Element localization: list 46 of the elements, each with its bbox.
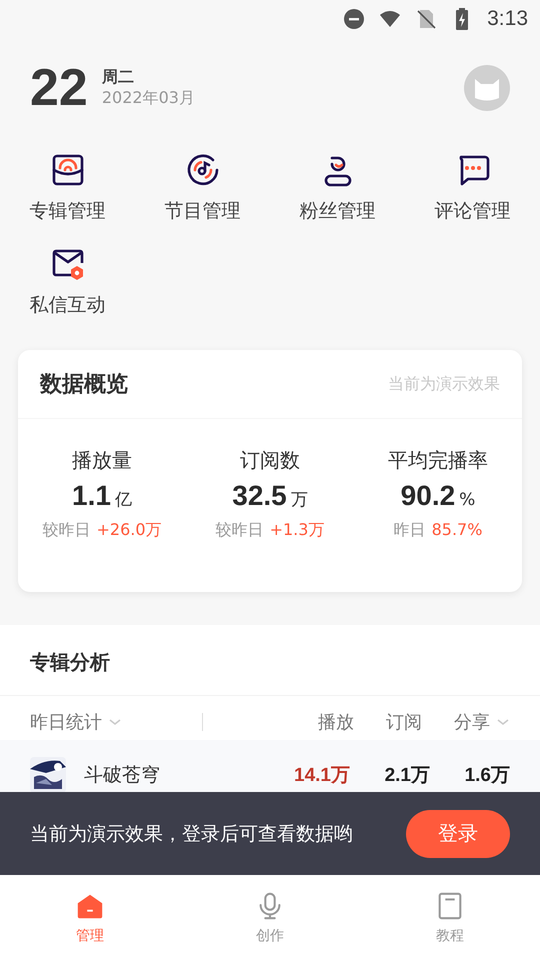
card-title: 数据概览 [40, 371, 128, 399]
compare-label: 昨日 [394, 520, 426, 541]
shortcut-button[interactable]: 私信互动 [30, 246, 106, 318]
stat-unit: % [459, 490, 476, 510]
nav-tab[interactable]: 管理 [50, 875, 130, 960]
stat-label: 订阅数 [240, 447, 300, 474]
no-sim-icon [415, 8, 438, 30]
stat-unit: 亿 [114, 489, 132, 511]
stat-label: 播放量 [72, 447, 132, 474]
day-number: 22 [30, 62, 88, 114]
toast-message: 当前为演示效果，登录后可查看数据哟 [30, 822, 353, 846]
stat-value: 1.6万 [464, 764, 510, 788]
stat-value: 32.5 [232, 480, 287, 512]
nav-tab[interactable]: 创作 [230, 875, 310, 960]
login-button[interactable]: 登录 [406, 810, 510, 858]
shortcut-button[interactable]: 评论管理 [434, 152, 510, 224]
compare-value: +26.0万 [96, 520, 162, 541]
weekday-label: 周二 [102, 67, 135, 88]
album-box-icon [50, 152, 86, 188]
nav-tab[interactable]: 教程 [410, 875, 490, 960]
do-not-disturb-icon [343, 8, 366, 30]
compare-label: 较昨日 [216, 520, 264, 541]
shortcut-button[interactable]: 节目管理 [164, 152, 240, 224]
shortcut-button[interactable]: 粉丝管理 [300, 152, 376, 224]
column-header[interactable]: 分享 [454, 710, 510, 734]
music-disc-icon [184, 152, 220, 188]
compare-value: 85.7% [432, 520, 482, 539]
stat-value: 90.2 [400, 480, 456, 512]
stat-value: 14.1万 [293, 764, 350, 788]
stat-value: 1.1 [72, 480, 111, 512]
status-time: 3:13 [487, 7, 528, 31]
compare-label: 较昨日 [42, 520, 90, 541]
period-dropdown[interactable]: 昨日统计 [30, 710, 122, 734]
stat-unit: 万 [290, 489, 308, 511]
compare-value: +1.3万 [270, 520, 324, 541]
avatar[interactable] [464, 65, 510, 111]
month-label: 2022年03月 [102, 88, 195, 109]
album-name: 斗破苍穹 [84, 763, 160, 788]
column-header[interactable]: 订阅 [386, 710, 422, 734]
stat-value: 2.1万 [384, 764, 430, 788]
column-header[interactable]: 播放 [318, 710, 354, 734]
caret-icon [108, 717, 122, 727]
shortcut-button[interactable]: 专辑管理 [30, 152, 106, 224]
caret-icon [496, 717, 510, 727]
stat-label: 平均完播率 [388, 447, 488, 474]
section-title: 专辑分析 [29, 649, 111, 676]
